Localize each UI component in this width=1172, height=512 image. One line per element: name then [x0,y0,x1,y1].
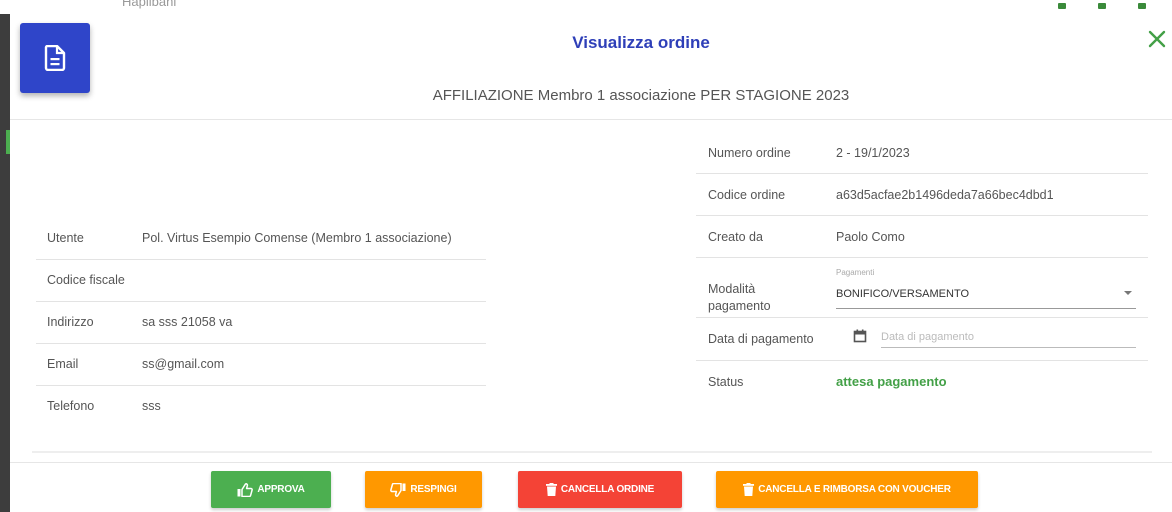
customer-row-codice-fiscale: Codice fiscale [36,260,486,302]
order-subtitle: AFFILIAZIONE Membro 1 associazione PER S… [432,87,850,104]
field-label: Codice fiscale [47,273,125,287]
thumbs-down-icon [390,482,406,497]
field-label: Indirizzo [47,315,94,329]
payment-date-input[interactable] [881,326,1136,348]
cancel-order-button[interactable]: CANCELLA ORDINE [518,471,682,508]
order-row-creato: Creato da Paolo Como [696,216,1148,258]
customer-row-indirizzo: Indirizzo sa sss 21058 va [36,302,486,344]
field-label: Email [47,357,79,371]
field-value: sa sss 21058 va [142,315,233,329]
cancel-order-label: CANCELLA ORDINE [560,484,655,495]
reject-label: RESPINGI [410,484,457,495]
field-label: Utente [47,231,84,245]
field-label: Codice ordine [708,188,786,202]
order-row-numero: Numero ordine 2 - 19/1/2023 [696,132,1148,174]
dialog-header: Visualizza ordine AFFILIAZIONE Membro 1 … [10,12,1172,120]
order-row-data: Data di pagamento [696,318,1148,361]
dropdown-arrow-icon[interactable] [1124,291,1132,295]
status-badge: attesa pagamento [836,374,947,389]
background-status-dot [1138,3,1146,9]
select-value: BONIFICO/VERSAMENTO [836,288,970,300]
field-value: Pol. Virtus Esempio Comense (Membro 1 as… [142,231,452,245]
order-code: a63d5acfae2b1496deda7a66bec4dbd1 [836,188,1054,202]
field-label: Status [708,375,744,389]
background-status-dot [1098,3,1106,9]
customer-details: Utente Pol. Virtus Esempio Comense (Memb… [36,218,486,428]
customer-row-email: Email ss@gmail.com [36,344,486,386]
select-underline [836,308,1136,309]
cancel-and-refund-button[interactable]: CANCELLA E RIMBORSA CON VOUCHER [716,471,978,508]
order-row-status: Status attesa pagamento [696,361,1148,403]
field-label: Telefono [47,399,95,413]
order-dialog: Visualizza ordine AFFILIAZIONE Membro 1 … [10,12,1172,512]
customer-row-telefono: Telefono sss [36,386,486,428]
background-status-dot [1058,3,1066,9]
approve-label: APPROVA [257,484,305,495]
calendar-icon[interactable] [853,329,867,343]
order-row-codice: Codice ordine a63d5acfae2b1496deda7a66be… [696,174,1148,216]
field-value: ss@gmail.com [142,357,225,371]
order-details: Numero ordine 2 - 19/1/2023 Codice ordin… [696,132,1148,403]
dialog-title: Visualizza ordine [572,33,710,52]
select-floating-label: Pagamenti [836,268,875,277]
content-divider [32,451,1152,453]
trash-icon [743,483,755,496]
field-label: Data di pagamento [708,332,814,346]
field-label: Numero ordine [708,146,791,160]
reject-button[interactable]: RESPINGI [365,471,482,508]
field-value: sss [142,399,161,413]
field-label: Creato da [708,230,763,244]
cancel-and-refund-label: CANCELLA E RIMBORSA CON VOUCHER [758,484,951,495]
field-label: Modalità pagamento [708,282,771,313]
dialog-actions: APPROVA RESPINGI CANCELLA ORDINE CANCELL… [10,462,1172,512]
background-app-sidebar [0,0,10,512]
thumbs-up-icon [237,482,254,497]
trash-icon [545,483,557,496]
customer-row-utente: Utente Pol. Virtus Esempio Comense (Memb… [36,218,486,260]
approve-button[interactable]: APPROVA [211,471,331,508]
background-peek-text: Haplibani [122,0,177,9]
close-icon [1148,30,1166,48]
order-row-modalita: Modalità pagamento Pagamenti BONIFICO/VE… [696,258,1148,318]
created-by: Paolo Como [836,230,905,244]
close-button[interactable] [1145,27,1169,51]
order-number: 2 - 19/1/2023 [836,146,910,160]
